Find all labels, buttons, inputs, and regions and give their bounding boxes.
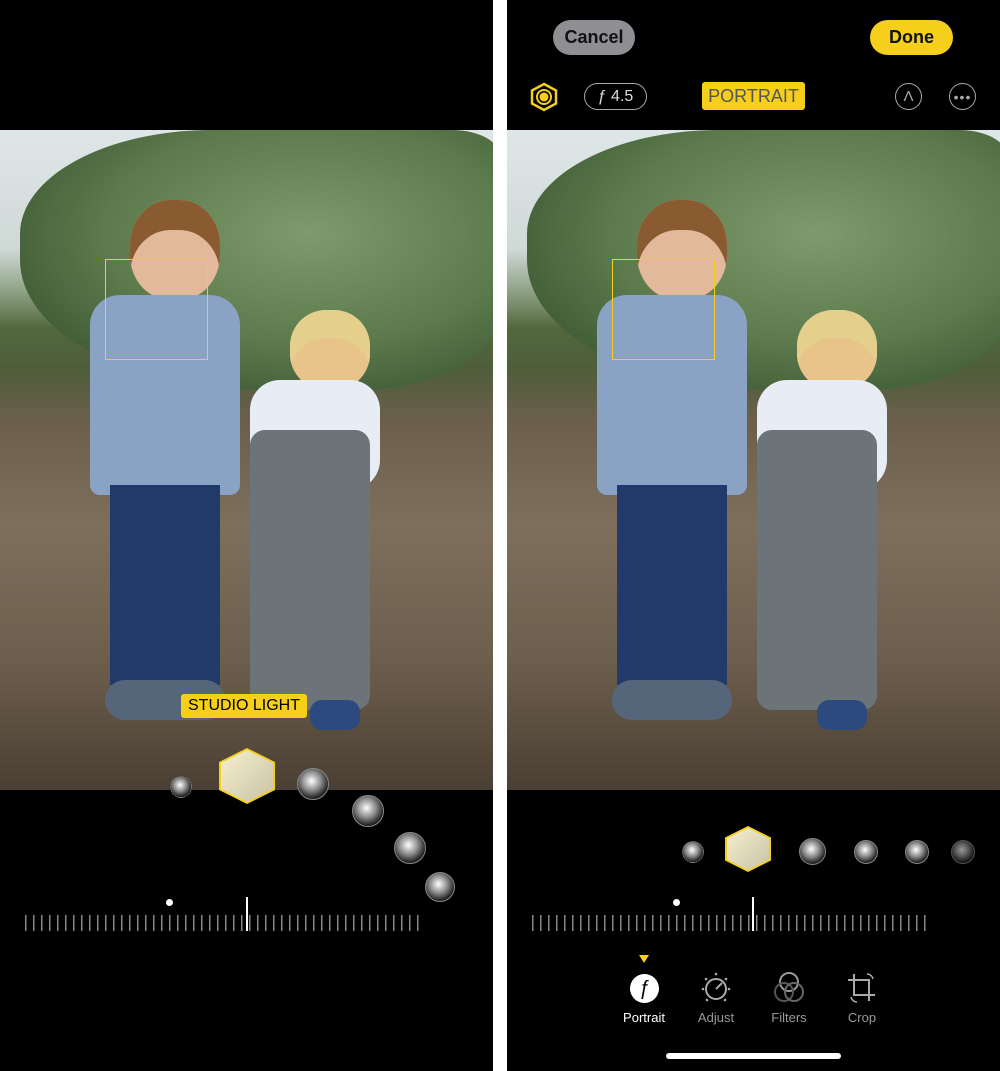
portrait-lighting-hex-icon[interactable] xyxy=(529,82,559,112)
filters-icon xyxy=(774,972,804,1002)
left-screen: STUDIO LIGHT xyxy=(0,0,493,1071)
face-focus-box[interactable] xyxy=(105,259,208,360)
high-key-light-icon[interactable] xyxy=(425,872,455,902)
younger-boy xyxy=(250,310,380,730)
tool-label: Adjust xyxy=(697,1010,735,1025)
tool-filters[interactable]: Filters xyxy=(754,970,824,1025)
portrait-mode-toggle[interactable]: PORTRAIT xyxy=(702,82,805,110)
slider-center-tick xyxy=(752,897,754,931)
stage-light-icon[interactable] xyxy=(352,795,384,827)
slider-center-tick xyxy=(246,897,248,931)
natural-light-icon[interactable] xyxy=(682,841,704,863)
tool-crop[interactable]: Crop xyxy=(827,970,897,1025)
natural-light-icon[interactable] xyxy=(170,776,192,798)
younger-boy xyxy=(757,310,887,730)
tool-label: Filters xyxy=(771,1010,807,1025)
contour-light-icon[interactable] xyxy=(799,838,826,865)
lighting-label: STUDIO LIGHT xyxy=(181,694,308,718)
more-options-icon[interactable]: ••• xyxy=(949,83,976,110)
stage-light-icon[interactable] xyxy=(854,840,878,864)
aperture-button[interactable]: ƒ 4.5 xyxy=(584,83,647,110)
dial-icon xyxy=(701,972,731,1002)
intensity-slider[interactable] xyxy=(532,915,932,931)
slider-position-dot xyxy=(166,899,173,906)
stage-light-mono-icon[interactable] xyxy=(905,840,929,864)
home-indicator[interactable] xyxy=(666,1053,841,1059)
markup-pen-icon[interactable]: Ʌ xyxy=(895,83,922,110)
crop-rotate-icon xyxy=(848,973,875,1003)
tool-label: Crop xyxy=(847,1010,877,1025)
portrait-photo[interactable] xyxy=(507,130,1000,790)
intensity-slider[interactable] xyxy=(25,915,425,931)
high-key-light-icon[interactable] xyxy=(951,840,975,864)
f-aperture-icon: ƒ xyxy=(629,973,659,1003)
face-focus-box[interactable] xyxy=(612,259,715,360)
portrait-photo[interactable] xyxy=(0,130,493,790)
contour-light-icon[interactable] xyxy=(297,768,329,800)
stage-light-mono-icon[interactable] xyxy=(394,832,426,864)
tool-label: Portrait xyxy=(623,1010,665,1025)
selected-tool-indicator xyxy=(639,955,649,963)
done-button[interactable]: Done xyxy=(870,20,953,55)
cancel-button[interactable]: Cancel xyxy=(553,20,635,55)
tool-adjust[interactable]: Adjust xyxy=(681,970,751,1025)
slider-position-dot xyxy=(673,899,680,906)
right-screen: Cancel Done ƒ 4.5 PORTRAIT Ʌ ••• ƒ Portr… xyxy=(507,0,1000,1071)
tool-portrait[interactable]: ƒ Portrait xyxy=(609,970,679,1025)
